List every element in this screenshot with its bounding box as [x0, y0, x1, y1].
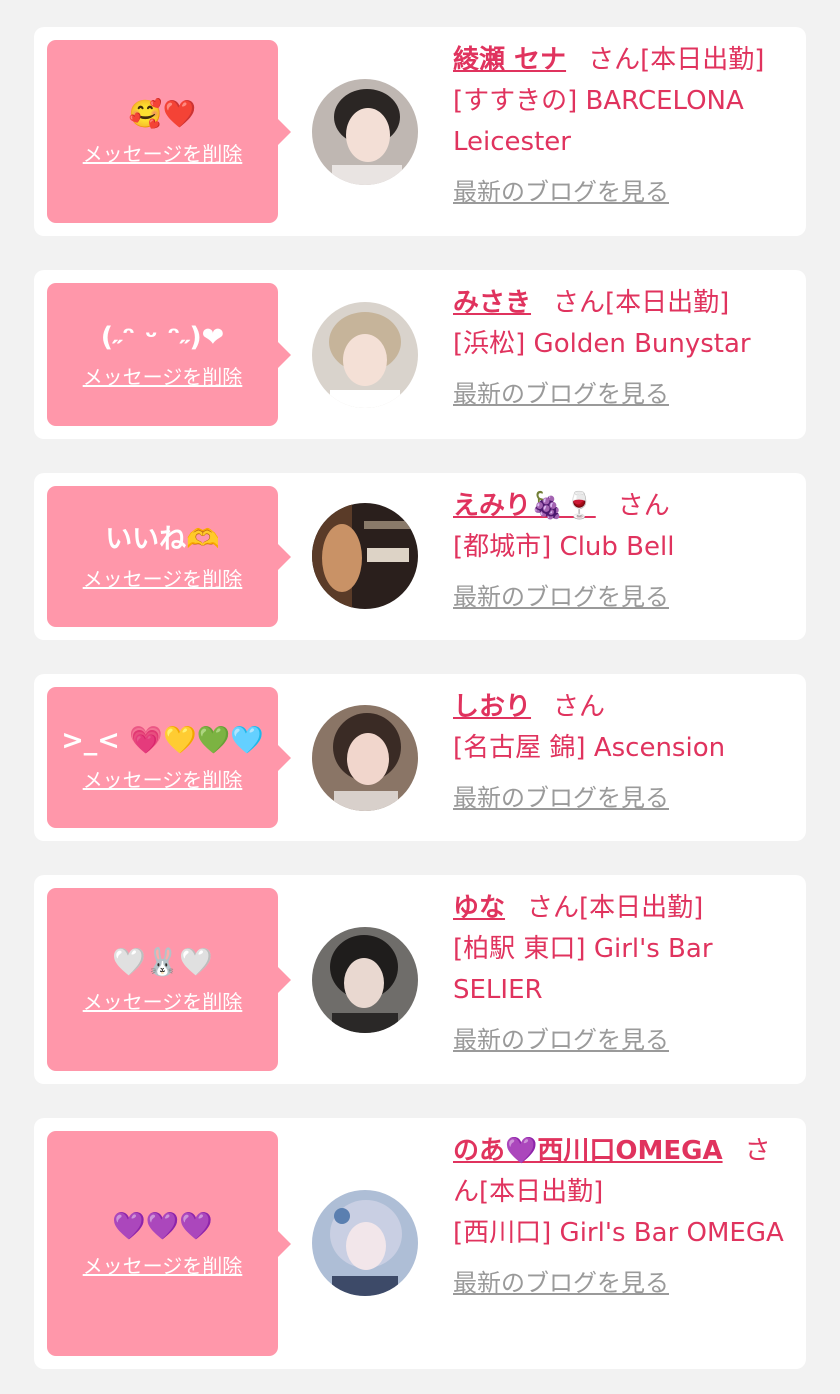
avatar-illustration: [312, 1190, 418, 1296]
message-bubble: (˶ᵔ ᵕ ᵔ˶)❤ メッセージを削除: [47, 283, 291, 426]
avatar-photo-woman: [312, 927, 418, 1033]
shop-name: [柏駅 東口] Girl's Bar SELIER: [453, 934, 713, 1005]
card-info: ゆな さん[本日出勤] [柏駅 東口] Girl's Bar SELIER 最新の…: [453, 888, 795, 1061]
honorific: さん: [588, 45, 641, 75]
avatar[interactable]: [312, 302, 418, 408]
message-bubble: 🥰❤️ メッセージを削除: [47, 40, 291, 223]
message-card: 💜💜💜 メッセージを削除 のあ💜西川口OMEGA さん[本日出勤] [西川口] G…: [34, 1118, 806, 1369]
avatar[interactable]: [312, 79, 418, 185]
message-bubble: いいね🫶 メッセージを削除: [47, 486, 291, 627]
latest-blog-link[interactable]: 最新のブログを見る: [453, 580, 669, 614]
card-info: 綾瀬 セナ さん[本日出勤] [すすきの] BARCELONA Leicester…: [453, 40, 795, 213]
avatar[interactable]: [312, 503, 418, 609]
cast-name-link[interactable]: のあ💜西川口OMEGA: [453, 1136, 723, 1166]
latest-blog-link[interactable]: 最新のブログを見る: [453, 781, 669, 815]
message-bubble: 🤍🐰🤍 メッセージを削除: [47, 888, 291, 1071]
delete-message-link[interactable]: メッセージを削除: [83, 1253, 243, 1279]
avatar-photo-woman: [312, 705, 418, 811]
card-info: えみり🍇🍷 さん [都城市] Club Bell 最新のブログを見る: [453, 486, 795, 618]
honorific: さん: [553, 288, 606, 318]
avatar[interactable]: [312, 705, 418, 811]
status-label: [本日出勤]: [479, 1177, 604, 1207]
latest-blog-link[interactable]: 最新のブログを見る: [453, 1266, 669, 1300]
status-label: [本日出勤]: [640, 45, 765, 75]
message-text: 🤍🐰🤍: [112, 946, 213, 978]
shop-name: [すすきの] BARCELONA Leicester: [453, 86, 744, 157]
message-text: 💜💜💜: [112, 1210, 213, 1242]
delete-message-link[interactable]: メッセージを削除: [83, 141, 243, 167]
cast-name-link[interactable]: 綾瀬 セナ: [453, 45, 566, 75]
message-text: 🥰❤️: [128, 98, 197, 130]
avatar-photo-woman: [312, 302, 418, 408]
message-card: >_< 💗💛💚🩵 メッセージを削除 しおり さん [名古屋 錦] Ascensio…: [34, 674, 806, 841]
delete-message-link[interactable]: メッセージを削除: [83, 767, 243, 793]
latest-blog-link[interactable]: 最新のブログを見る: [453, 377, 669, 411]
shop-name: [浜松] Golden Bunystar: [453, 329, 751, 359]
message-text: いいね🫶: [105, 523, 220, 555]
delete-message-link[interactable]: メッセージを削除: [83, 566, 243, 592]
avatar-photo-woman: [312, 79, 418, 185]
message-text: >_< 💗💛💚🩵: [61, 724, 264, 756]
card-info: しおり さん [名古屋 錦] Ascension 最新のブログを見る: [453, 687, 795, 819]
honorific: さん: [553, 692, 606, 722]
card-info: みさき さん[本日出勤] [浜松] Golden Bunystar 最新のブログを…: [453, 283, 795, 415]
honorific: さん: [617, 491, 670, 521]
honorific: さん: [527, 893, 580, 923]
shop-name: [西川口] Girl's Bar OMEGA: [453, 1218, 784, 1248]
card-info: のあ💜西川口OMEGA さん[本日出勤] [西川口] Girl's Bar OME…: [453, 1131, 795, 1304]
status-label: [本日出勤]: [579, 893, 704, 923]
delete-message-link[interactable]: メッセージを削除: [83, 989, 243, 1015]
avatar[interactable]: [312, 1190, 418, 1296]
message-list: 🥰❤️ メッセージを削除 綾瀬 セナ さん[本日出勤] [すすきの] BARCEL…: [0, 0, 840, 1394]
cast-name-link[interactable]: しおり: [453, 692, 531, 722]
status-label: [本日出勤]: [605, 288, 730, 318]
shop-name: [都城市] Club Bell: [453, 532, 675, 562]
shop-name: [名古屋 錦] Ascension: [453, 733, 726, 763]
cast-name-link[interactable]: ゆな: [453, 893, 505, 923]
latest-blog-link[interactable]: 最新のブログを見る: [453, 1023, 669, 1057]
cast-name-link[interactable]: えみり🍇🍷: [453, 491, 596, 521]
avatar[interactable]: [312, 927, 418, 1033]
message-text: (˶ᵔ ᵕ ᵔ˶)❤: [100, 321, 225, 353]
message-bubble: 💜💜💜 メッセージを削除: [47, 1131, 291, 1356]
delete-message-link[interactable]: メッセージを削除: [83, 364, 243, 390]
latest-blog-link[interactable]: 最新のブログを見る: [453, 175, 669, 209]
message-bubble: >_< 💗💛💚🩵 メッセージを削除: [47, 687, 291, 828]
message-card: 🥰❤️ メッセージを削除 綾瀬 セナ さん[本日出勤] [すすきの] BARCEL…: [34, 27, 806, 236]
avatar-photo-birthday: [312, 503, 418, 609]
message-card: 🤍🐰🤍 メッセージを削除 ゆな さん[本日出勤] [柏駅 東口] Girl's B…: [34, 875, 806, 1084]
message-card: (˶ᵔ ᵕ ᵔ˶)❤ メッセージを削除 みさき さん[本日出勤] [浜松] Gol…: [34, 270, 806, 439]
cast-name-link[interactable]: みさき: [453, 288, 531, 318]
message-card: いいね🫶 メッセージを削除 えみり🍇🍷 さん [都城市] Club Bell 最新…: [34, 473, 806, 640]
